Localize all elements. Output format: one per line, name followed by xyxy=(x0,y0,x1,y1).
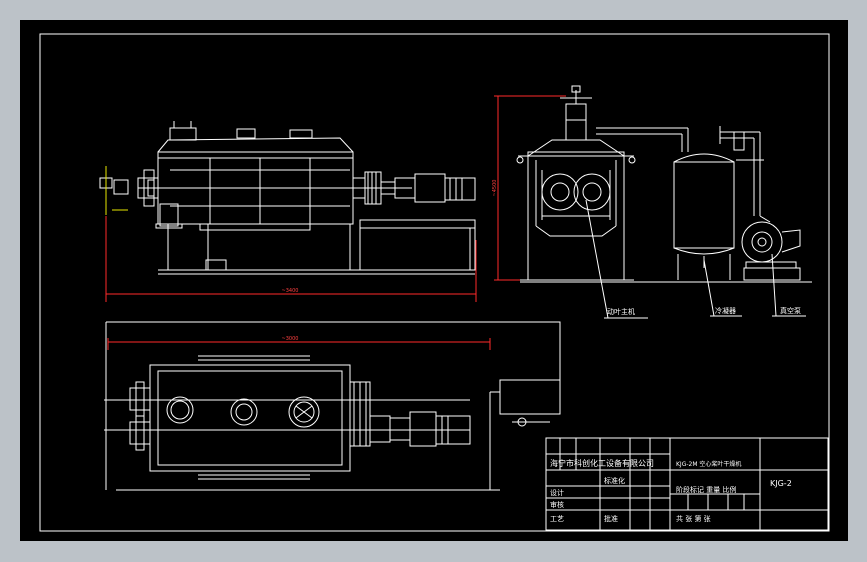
plan-view: ~3000 xyxy=(104,321,561,491)
title-block-check: 审核 xyxy=(550,500,564,509)
drawing-canvas: ~3400 ~3000 ~4500 动叶主机 冷凝器 真空泵 海宁市科创化工设备… xyxy=(20,20,848,541)
title-block-drawing-no: KJG-2 xyxy=(770,479,792,488)
title-block-company: 海宁市科创化工设备有限公司 xyxy=(550,458,654,468)
dimension-height: ~4500 xyxy=(492,180,498,197)
title-block-sheets: 共 张 第 张 xyxy=(676,514,711,523)
label-condenser: 冷凝器 xyxy=(715,306,736,315)
dimension-plan-length: ~3000 xyxy=(282,336,299,342)
title-block-approve: 批准 xyxy=(604,514,618,523)
title-block-process: 工艺 xyxy=(550,515,564,523)
label-main-machine: 动叶主机 xyxy=(607,307,635,316)
label-vacuum-pump: 真空泵 xyxy=(780,306,801,315)
title-block-design: 设计 xyxy=(550,488,564,497)
title-block-standard: 标准化 xyxy=(604,476,625,485)
cad-drawing: ~3400 ~3000 ~4500 动叶主机 冷凝器 真空泵 海宁市科创化工设备… xyxy=(39,33,830,532)
side-elevation-view: ~3400 xyxy=(99,121,477,302)
title-block-mark-cols: 阶段标记 重量 比例 xyxy=(676,485,736,494)
title-block-device-name: KJG-2M 空心桨叶干燥机 xyxy=(676,460,741,468)
system-view: ~4500 xyxy=(492,85,812,319)
dimension-side-length: ~3400 xyxy=(282,288,299,294)
